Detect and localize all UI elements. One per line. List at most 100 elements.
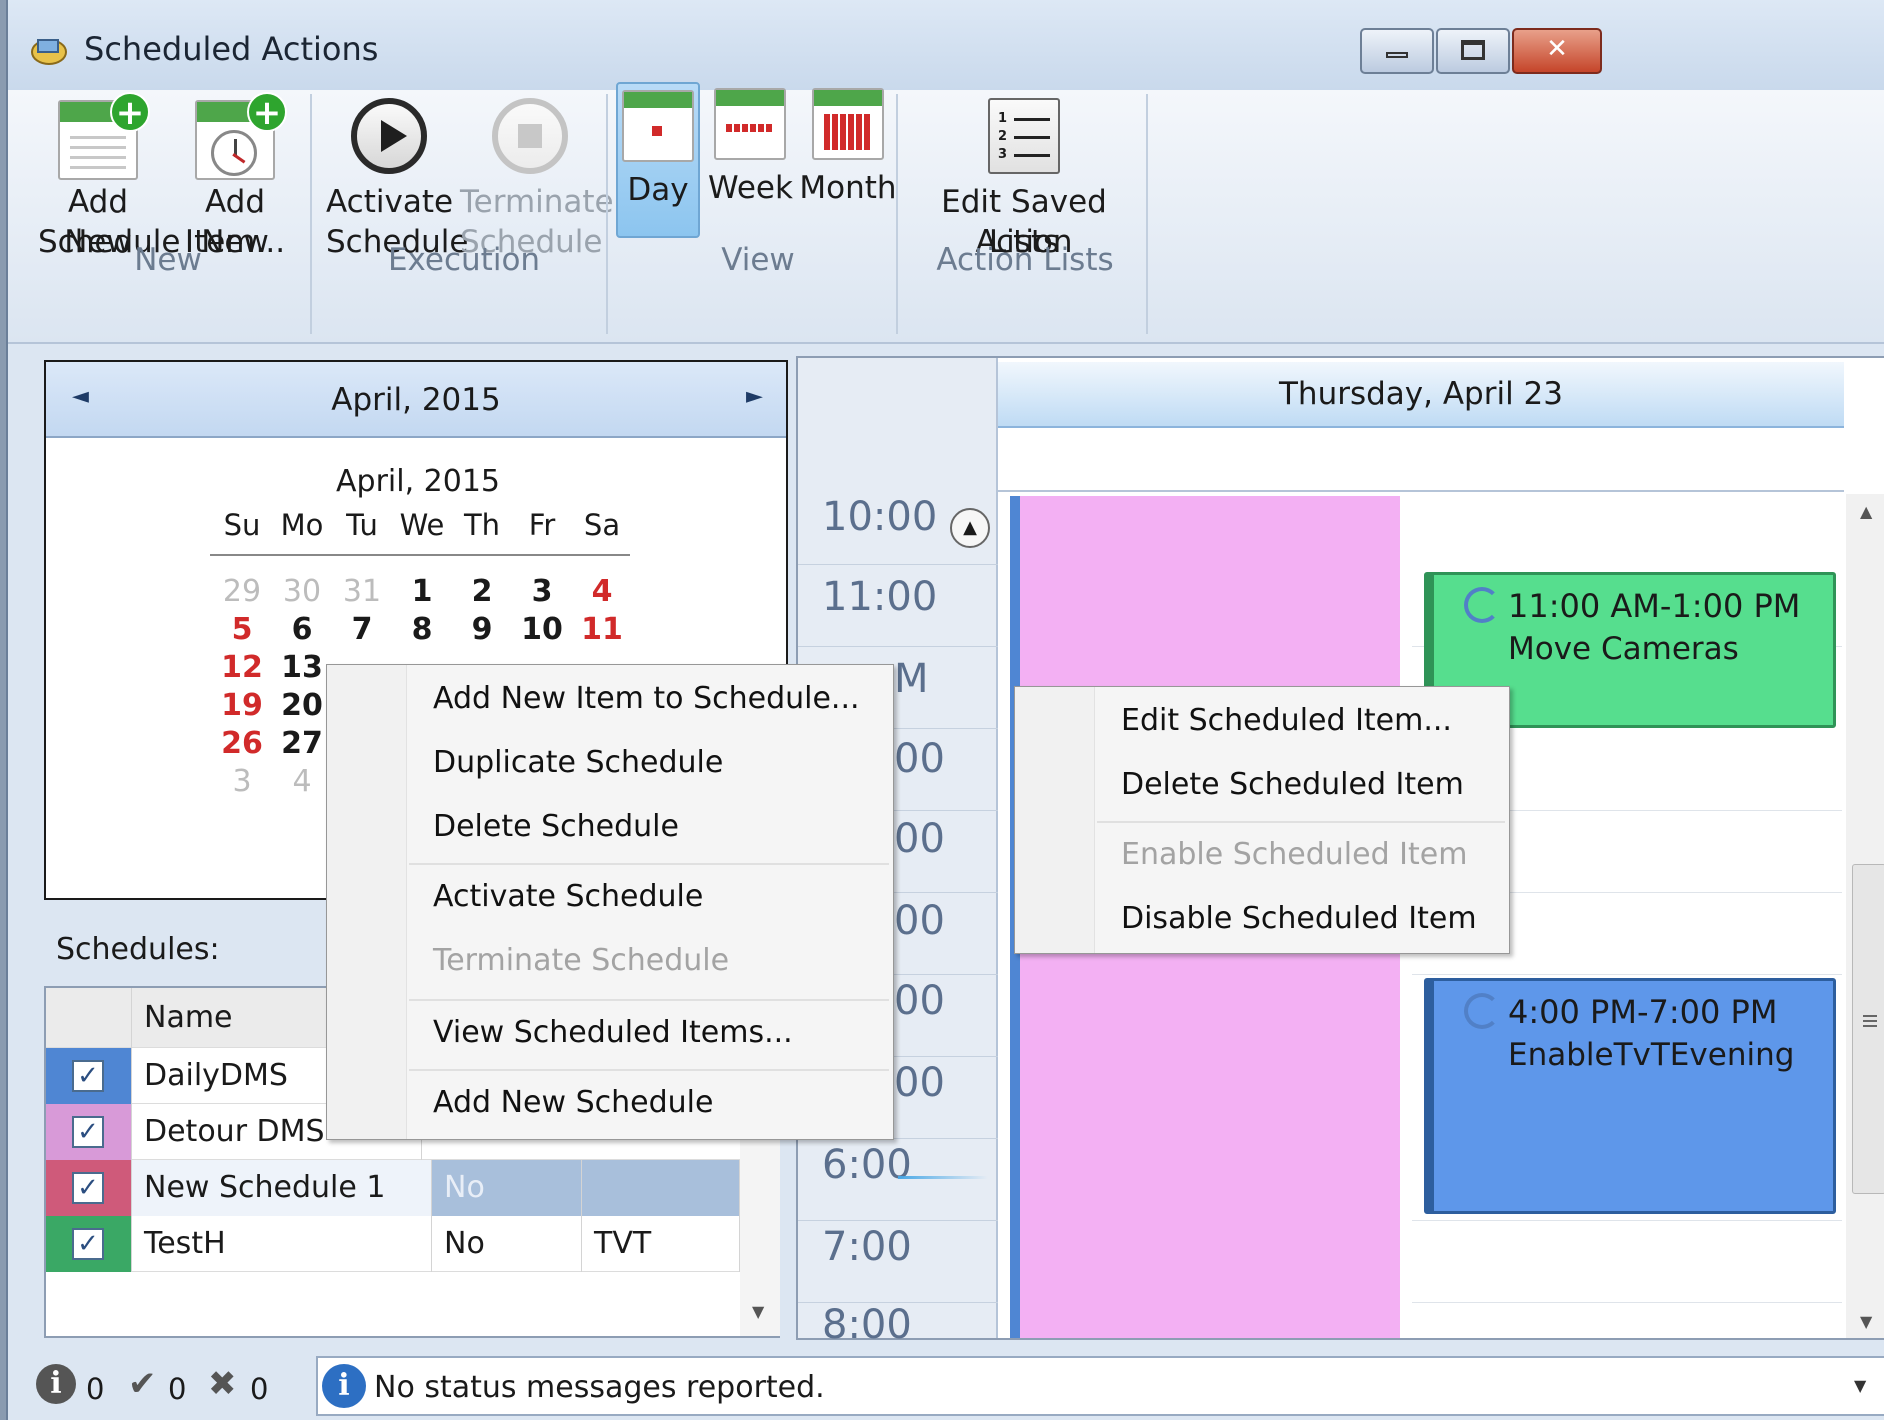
calendar-day[interactable]: 1 xyxy=(392,574,452,609)
calendar-day[interactable]: 12 xyxy=(212,650,272,685)
appointment[interactable]: 4:00 PM-7:00 PM EnableTvTEvening xyxy=(1424,978,1836,1214)
next-month-arrow-icon[interactable]: ► xyxy=(746,384,763,409)
add-schedule-icon: + xyxy=(58,92,150,180)
group-separator xyxy=(1146,94,1148,334)
appointment-time: 11:00 AM-1:00 PM xyxy=(1508,587,1801,625)
schedule-active: No xyxy=(432,1160,582,1216)
minimize-button[interactable] xyxy=(1360,28,1434,74)
hour-label: M xyxy=(894,656,929,702)
hour-label: 6:00 xyxy=(822,1142,912,1188)
info-count-icon: i xyxy=(36,1364,76,1404)
hour-label: 00 xyxy=(894,978,945,1024)
calendar-day[interactable]: 2 xyxy=(452,574,512,609)
calendar-day[interactable]: 29 xyxy=(212,574,272,609)
add-new-schedule-button[interactable]: + Add New Schedule xyxy=(38,92,180,330)
menu-item-delete-scheduled-item[interactable]: Delete Scheduled Item xyxy=(1121,767,1464,802)
appointment-time: 4:00 PM-7:00 PM xyxy=(1508,993,1778,1031)
month-label: Month xyxy=(799,170,897,206)
hour-label: 00 xyxy=(894,736,945,782)
menu-item-duplicate-schedule[interactable]: Duplicate Schedule xyxy=(433,745,723,780)
week-calendar-icon xyxy=(714,88,786,160)
day-header: Thursday, April 23 xyxy=(998,362,1844,428)
add-new-item-button[interactable]: + Add New Item... xyxy=(170,92,300,330)
status-message: No status messages reported. xyxy=(374,1370,825,1405)
hour-label: 00 xyxy=(894,816,945,862)
calendar-day[interactable]: 4 xyxy=(272,764,332,799)
add-item-icon: + xyxy=(195,92,287,180)
calendar-day[interactable]: 4 xyxy=(572,574,632,609)
scheduled-item-context-menu: Edit Scheduled Item... Delete Scheduled … xyxy=(1014,686,1510,954)
hour-label: 11:00 xyxy=(822,574,938,620)
calendar-day[interactable]: 13 xyxy=(272,650,332,685)
appointment-name: Move Cameras xyxy=(1508,631,1739,667)
calendar-day[interactable]: 3 xyxy=(212,764,272,799)
status-message-field[interactable]: i No status messages reported. ▼ xyxy=(316,1356,1884,1416)
schedule-color-swatch: ✓ xyxy=(46,1216,132,1272)
day-view-button[interactable]: Day xyxy=(616,82,700,238)
activate-schedule-button[interactable]: Activate Schedule xyxy=(326,98,468,330)
menu-item-add-new-item-to-schedule[interactable]: Add New Item to Schedule... xyxy=(433,681,860,716)
group-label-action-lists: Action Lists xyxy=(936,242,1114,278)
menu-item-edit-scheduled-item[interactable]: Edit Scheduled Item... xyxy=(1121,703,1452,738)
dow-label: Mo xyxy=(280,508,324,542)
group-label-view: View xyxy=(721,242,795,278)
scroll-up-circle-icon[interactable]: ▲ xyxy=(950,508,990,548)
calendar-day[interactable]: 31 xyxy=(332,574,392,609)
terminate-schedule-button[interactable]: Terminate Schedule xyxy=(460,98,614,330)
status-bar: i 0 ✔ 0 ✖ 0 i No status messages reporte… xyxy=(8,1350,1884,1420)
schedule-checkbox[interactable]: ✓ xyxy=(72,1060,104,1092)
menu-item-delete-schedule[interactable]: Delete Schedule xyxy=(433,809,679,844)
day-calendar-icon xyxy=(622,90,694,162)
dow-label: Tu xyxy=(346,508,378,542)
menu-item-activate-schedule[interactable]: Activate Schedule xyxy=(433,879,703,914)
recurrence-icon xyxy=(1464,587,1500,623)
error-count: 0 xyxy=(250,1372,269,1406)
day-date-title: Thursday, April 23 xyxy=(1278,376,1563,412)
status-dropdown-arrow-icon[interactable]: ▼ xyxy=(1854,1376,1866,1395)
menu-item-terminate-schedule[interactable]: Terminate Schedule xyxy=(433,943,729,978)
calendar-day[interactable]: 7 xyxy=(332,612,392,647)
schedule-checkbox[interactable]: ✓ xyxy=(72,1116,104,1148)
scroll-thumb[interactable] xyxy=(1852,864,1884,1194)
week-view-button[interactable]: Week xyxy=(708,88,793,240)
scroll-down-arrow-icon[interactable]: ▼ xyxy=(1860,1312,1872,1331)
group-separator xyxy=(896,94,898,334)
schedule-checkbox[interactable]: ✓ xyxy=(72,1228,104,1260)
all-day-area[interactable] xyxy=(998,428,1844,492)
menu-item-enable-scheduled-item[interactable]: Enable Scheduled Item xyxy=(1121,837,1467,872)
calendar-day[interactable]: 5 xyxy=(212,612,272,647)
success-count: 0 xyxy=(168,1372,187,1406)
dow-label: We xyxy=(399,508,445,542)
table-row[interactable]: ✓ TestH No TVT xyxy=(46,1216,740,1272)
edit-saved-action-lists-button[interactable]: 123 Edit Saved Action Lists xyxy=(912,98,1136,330)
calendar-day[interactable]: 19 xyxy=(212,688,272,723)
maximize-button[interactable] xyxy=(1436,28,1510,74)
calendar-day[interactable]: 10 xyxy=(512,612,572,647)
schedule-checkbox[interactable]: ✓ xyxy=(72,1172,104,1204)
month-view-button[interactable]: Month xyxy=(798,88,898,240)
calendar-day[interactable]: 20 xyxy=(272,688,332,723)
menu-separator xyxy=(409,1069,889,1071)
calendar-day[interactable]: 6 xyxy=(272,612,332,647)
calendar-day[interactable]: 30 xyxy=(272,574,332,609)
dow-label: Su xyxy=(223,508,261,542)
calendar-day[interactable]: 11 xyxy=(572,612,632,647)
divider xyxy=(210,554,630,556)
schedule-name: New Schedule 1 xyxy=(132,1160,432,1216)
calendar-day[interactable]: 8 xyxy=(392,612,452,647)
close-button[interactable]: ✕ xyxy=(1512,28,1602,74)
menu-item-disable-scheduled-item[interactable]: Disable Scheduled Item xyxy=(1121,901,1477,936)
scroll-up-arrow-icon[interactable]: ▲ xyxy=(1860,502,1872,521)
day-view-scrollbar[interactable]: ▲ ▼ xyxy=(1846,494,1884,1338)
calendar-day[interactable]: 27 xyxy=(272,726,332,761)
menu-item-view-scheduled-items[interactable]: View Scheduled Items... xyxy=(433,1015,793,1050)
menu-separator xyxy=(409,863,889,865)
table-row[interactable]: ✓ New Schedule 1 No xyxy=(46,1160,740,1216)
calendar-day[interactable]: 26 xyxy=(212,726,272,761)
calendar-day[interactable]: 9 xyxy=(452,612,512,647)
dow-label: Sa xyxy=(583,508,621,542)
menu-item-add-new-schedule[interactable]: Add New Schedule xyxy=(433,1085,713,1120)
calendar-day[interactable]: 3 xyxy=(512,574,572,609)
day-label: Day xyxy=(627,172,689,208)
scroll-down-arrow-icon[interactable]: ▼ xyxy=(752,1302,764,1321)
